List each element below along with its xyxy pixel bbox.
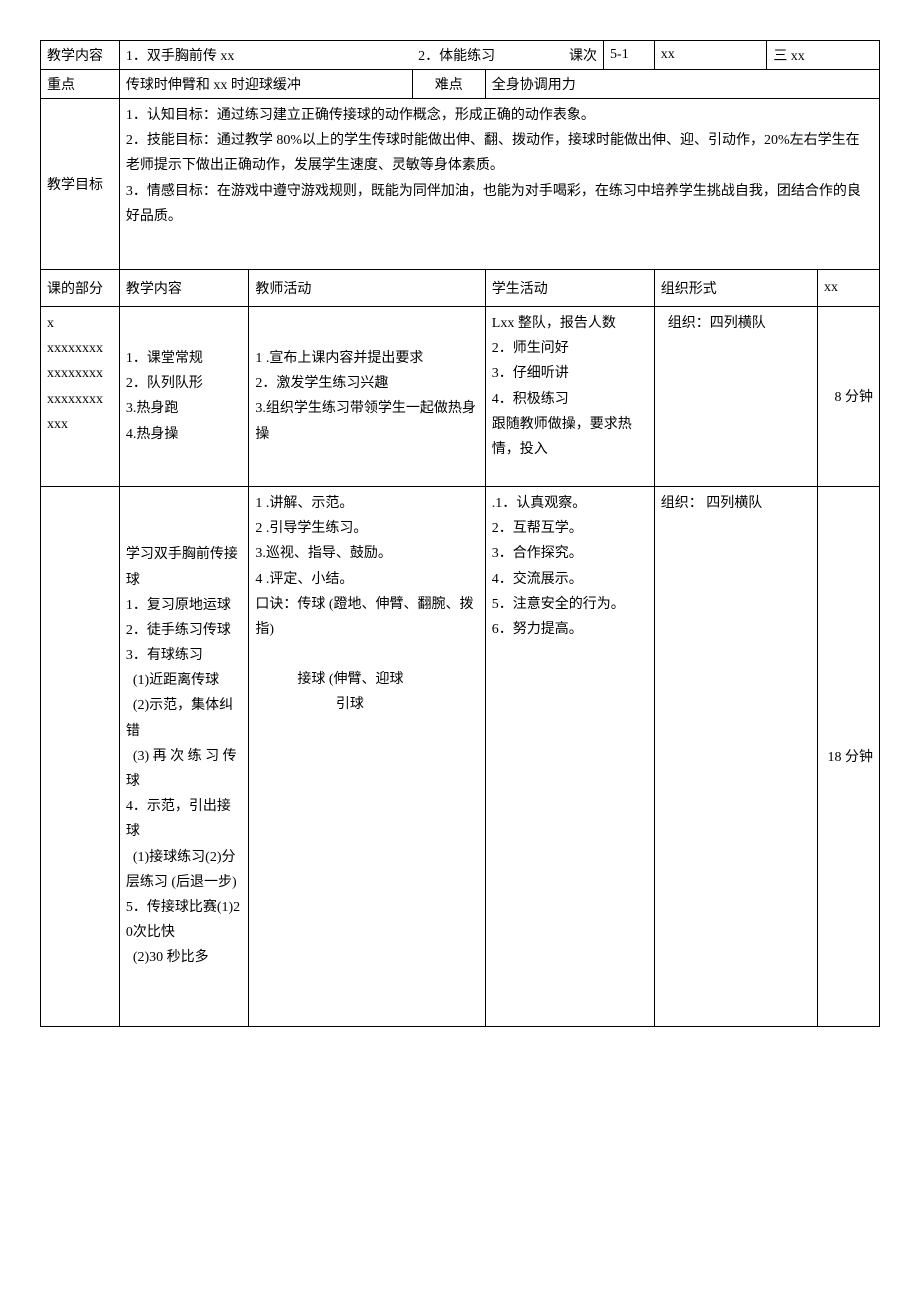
label-difficulty: 难点 — [412, 70, 485, 99]
section2-content: 学习双手胸前传接球 1．复习原地运球 2．徒手练习传球 3．有球练习 (1)近距… — [119, 486, 249, 1026]
keypoint-content: 传球时伸臂和 xx 时迎球缓冲 — [119, 70, 412, 99]
row-objectives: 教学目标 1．认知目标：通过练习建立正确传接球的动作概念，形成正确的动作表象。 … — [41, 99, 880, 270]
objectives-content: 1．认知目标：通过练习建立正确传接球的动作概念，形成正确的动作表象。 2．技能目… — [119, 99, 879, 270]
section2-time: 18 分钟 — [817, 486, 879, 1026]
header-student: 学生活动 — [485, 269, 654, 306]
xx-value: 三 xx — [767, 41, 880, 70]
label-objectives: 教学目标 — [41, 99, 120, 270]
teaching-content-1: 1．双手胸前传 xx — [119, 41, 412, 70]
section2-part — [41, 486, 120, 1026]
header-content: 教学内容 — [119, 269, 249, 306]
header-org: 组织形式 — [654, 269, 817, 306]
row-section-2: 学习双手胸前传接球 1．复习原地运球 2．徒手练习传球 3．有球练习 (1)近距… — [41, 486, 880, 1026]
section1-time: 8 分钟 — [817, 306, 879, 486]
difficulty-content: 全身协调用力 — [485, 70, 879, 99]
header-part: 课的部分 — [41, 269, 120, 306]
section1-student: Lxx 整队，报告人数 2．师生问好 3．仔细听讲 4．积极练习 跟随教师做操，… — [485, 306, 654, 486]
section1-part: x xxxxxxxx xxxxxxxx xxxxxxxx xxx — [41, 306, 120, 486]
lesson-number-value: 5-1 — [604, 41, 655, 70]
xx-label: xx — [654, 41, 767, 70]
row-teaching-content: 教学内容 1．双手胸前传 xx 2．体能练习 课次 5-1 xx 三 xx — [41, 41, 880, 70]
section2-org: 组织： 四列横队 — [654, 486, 817, 1026]
label-keypoint: 重点 — [41, 70, 120, 99]
teaching-content-2: 2．体能练习 课次 — [412, 41, 603, 70]
section1-teacher: 1 .宣布上课内容并提出要求 2．激发学生练习兴趣 3.组织学生练习带领学生一起… — [249, 306, 485, 486]
row-section-1: x xxxxxxxx xxxxxxxx xxxxxxxx xxx 1．课堂常规 … — [41, 306, 880, 486]
label-teaching-content: 教学内容 — [41, 41, 120, 70]
section2-student: .1．认真观察。 2．互帮互学。 3．合作探究。 4．交流展示。 5．注意安全的… — [485, 486, 654, 1026]
section2-teacher: 1 .讲解、示范。 2 .引导学生练习。 3.巡视、指导、鼓励。 4 .评定、小… — [249, 486, 485, 1026]
lesson-plan-table: 教学内容 1．双手胸前传 xx 2．体能练习 课次 5-1 xx 三 xx 重点… — [40, 40, 880, 1027]
section1-content: 1．课堂常规 2．队列队形 3.热身跑 4.热身操 — [119, 306, 249, 486]
header-teacher: 教师活动 — [249, 269, 485, 306]
row-section-headers: 课的部分 教学内容 教师活动 学生活动 组织形式 xx — [41, 269, 880, 306]
header-time: xx — [817, 269, 879, 306]
section1-org: 组织：四列横队 — [654, 306, 817, 486]
row-keypoints: 重点 传球时伸臂和 xx 时迎球缓冲 难点 全身协调用力 — [41, 70, 880, 99]
